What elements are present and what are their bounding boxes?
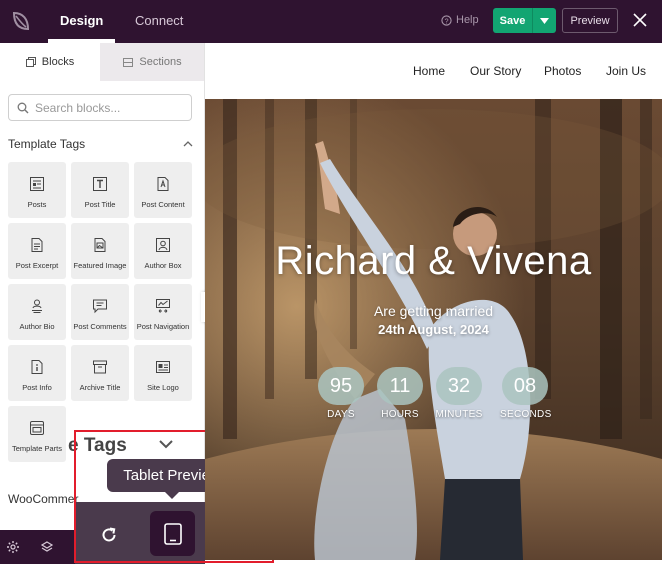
tab-sections[interactable]: Sections	[100, 43, 204, 81]
hero-section[interactable]: Richard & Vivena Are getting married 24t…	[205, 99, 662, 560]
block-label: Featured Image	[73, 261, 127, 270]
block-label: Post Title	[84, 200, 116, 209]
featured-image-icon	[94, 238, 106, 252]
countdown-unit: DAYS	[327, 409, 355, 420]
countdown-minutes: 32 MINUTES	[434, 367, 484, 420]
tab-design[interactable]: Design	[47, 13, 116, 43]
countdown-days: 95 DAYS	[316, 367, 366, 420]
posts-icon	[30, 177, 44, 191]
preview-button[interactable]: Preview	[562, 8, 618, 33]
tab-sections-label: Sections	[139, 56, 182, 68]
block-post-content[interactable]: Post Content	[134, 162, 192, 218]
refresh-icon[interactable]	[99, 525, 119, 545]
sections-icon	[123, 57, 134, 67]
save-options-dropdown[interactable]	[532, 8, 556, 33]
search-box[interactable]	[8, 94, 192, 121]
tab-blocks[interactable]: Blocks	[0, 43, 100, 81]
block-posts[interactable]: Posts	[8, 162, 66, 218]
tablet-icon	[163, 522, 182, 545]
block-post-info[interactable]: Post Info	[8, 345, 66, 401]
tablet-preview-button[interactable]	[150, 511, 195, 556]
post-info-icon	[31, 360, 43, 374]
post-title-icon	[93, 177, 107, 191]
block-featured-image[interactable]: Featured Image	[71, 223, 129, 279]
countdown-hours: 11 HOURS	[375, 367, 425, 420]
countdown-value: 08	[502, 367, 548, 405]
block-label: Posts	[27, 200, 47, 209]
post-content-icon	[157, 177, 169, 191]
template-parts-icon	[30, 421, 44, 435]
block-label: Site Logo	[147, 383, 179, 392]
author-bio-icon	[32, 299, 42, 313]
search-input[interactable]	[35, 100, 185, 115]
section-heading-faded: e Tags	[68, 435, 127, 456]
block-label: Archive Title	[79, 383, 121, 392]
bottom-toolbar	[0, 530, 75, 564]
block-label: Post Excerpt	[15, 261, 59, 270]
top-bar: Design Connect ? Help Save Preview	[0, 0, 662, 43]
help-label: Help	[456, 14, 479, 26]
block-label: Template Parts	[11, 444, 63, 453]
block-post-comments[interactable]: Post Comments	[71, 284, 129, 340]
block-archive-title[interactable]: Archive Title	[71, 345, 129, 401]
author-box-icon	[156, 238, 170, 252]
save-label: Save	[499, 14, 526, 27]
site-navigation: Home Our Story Photos Join Us	[205, 43, 662, 99]
seedprod-logo-icon[interactable]	[8, 8, 34, 34]
archive-title-icon	[93, 360, 107, 374]
wedding-date: 24th August, 2024	[378, 322, 489, 337]
countdown-value: 32	[436, 367, 482, 405]
hero-title: Richard & Vivena	[275, 239, 592, 283]
countdown-unit: MINUTES	[435, 409, 483, 420]
nav-photos[interactable]: Photos	[544, 64, 581, 78]
chevron-down-icon[interactable]	[158, 439, 174, 449]
block-label: Post Comments	[73, 322, 127, 331]
countdown-unit: SECONDS	[500, 409, 552, 420]
countdown-value: 11	[377, 367, 423, 405]
layers-icon[interactable]	[40, 540, 54, 554]
block-site-logo[interactable]: Site Logo	[134, 345, 192, 401]
template-tags-header[interactable]: Template Tags	[8, 137, 193, 151]
settings-gear-icon[interactable]	[6, 540, 20, 554]
block-template-parts[interactable]: Template Parts	[8, 406, 66, 462]
svg-text:?: ?	[444, 16, 448, 25]
close-icon[interactable]	[631, 11, 649, 29]
block-label: Author Bio	[19, 322, 55, 331]
countdown-unit: HOURS	[381, 409, 419, 420]
post-excerpt-icon	[31, 238, 43, 252]
blocks-icon	[25, 57, 36, 67]
block-label: Post Info	[22, 383, 52, 392]
tab-connect[interactable]: Connect	[135, 13, 183, 28]
post-navigation-icon	[156, 299, 170, 313]
block-author-box[interactable]: Author Box	[134, 223, 192, 279]
countdown-seconds: 08 SECONDS	[500, 367, 552, 420]
help-icon: ?	[441, 14, 452, 26]
nav-home[interactable]: Home	[413, 64, 445, 78]
help-link[interactable]: ? Help	[441, 14, 479, 26]
caret-down-icon	[540, 17, 549, 24]
chevron-up-icon	[183, 141, 193, 147]
woocommerce-section-header[interactable]: WooCommer	[8, 492, 78, 506]
block-post-navigation[interactable]: Post Navigation	[134, 284, 192, 340]
block-label: Author Box	[144, 261, 182, 270]
block-post-title[interactable]: Post Title	[71, 162, 129, 218]
post-comments-icon	[93, 299, 107, 314]
hero-subtitle: Are getting married	[373, 303, 494, 319]
nav-our-story[interactable]: Our Story	[470, 64, 521, 78]
search-icon	[17, 102, 29, 113]
save-button[interactable]: Save	[493, 8, 556, 33]
countdown-value: 95	[318, 367, 364, 405]
nav-join-us[interactable]: Join Us	[606, 64, 646, 78]
template-tags-title: Template Tags	[8, 137, 86, 151]
block-label: Post Content	[141, 200, 185, 209]
site-logo-icon	[156, 361, 170, 373]
tab-blocks-label: Blocks	[41, 56, 75, 68]
block-post-excerpt[interactable]: Post Excerpt	[8, 223, 66, 279]
block-author-bio[interactable]: Author Bio	[8, 284, 66, 340]
block-label: Post Navigation	[136, 322, 190, 331]
